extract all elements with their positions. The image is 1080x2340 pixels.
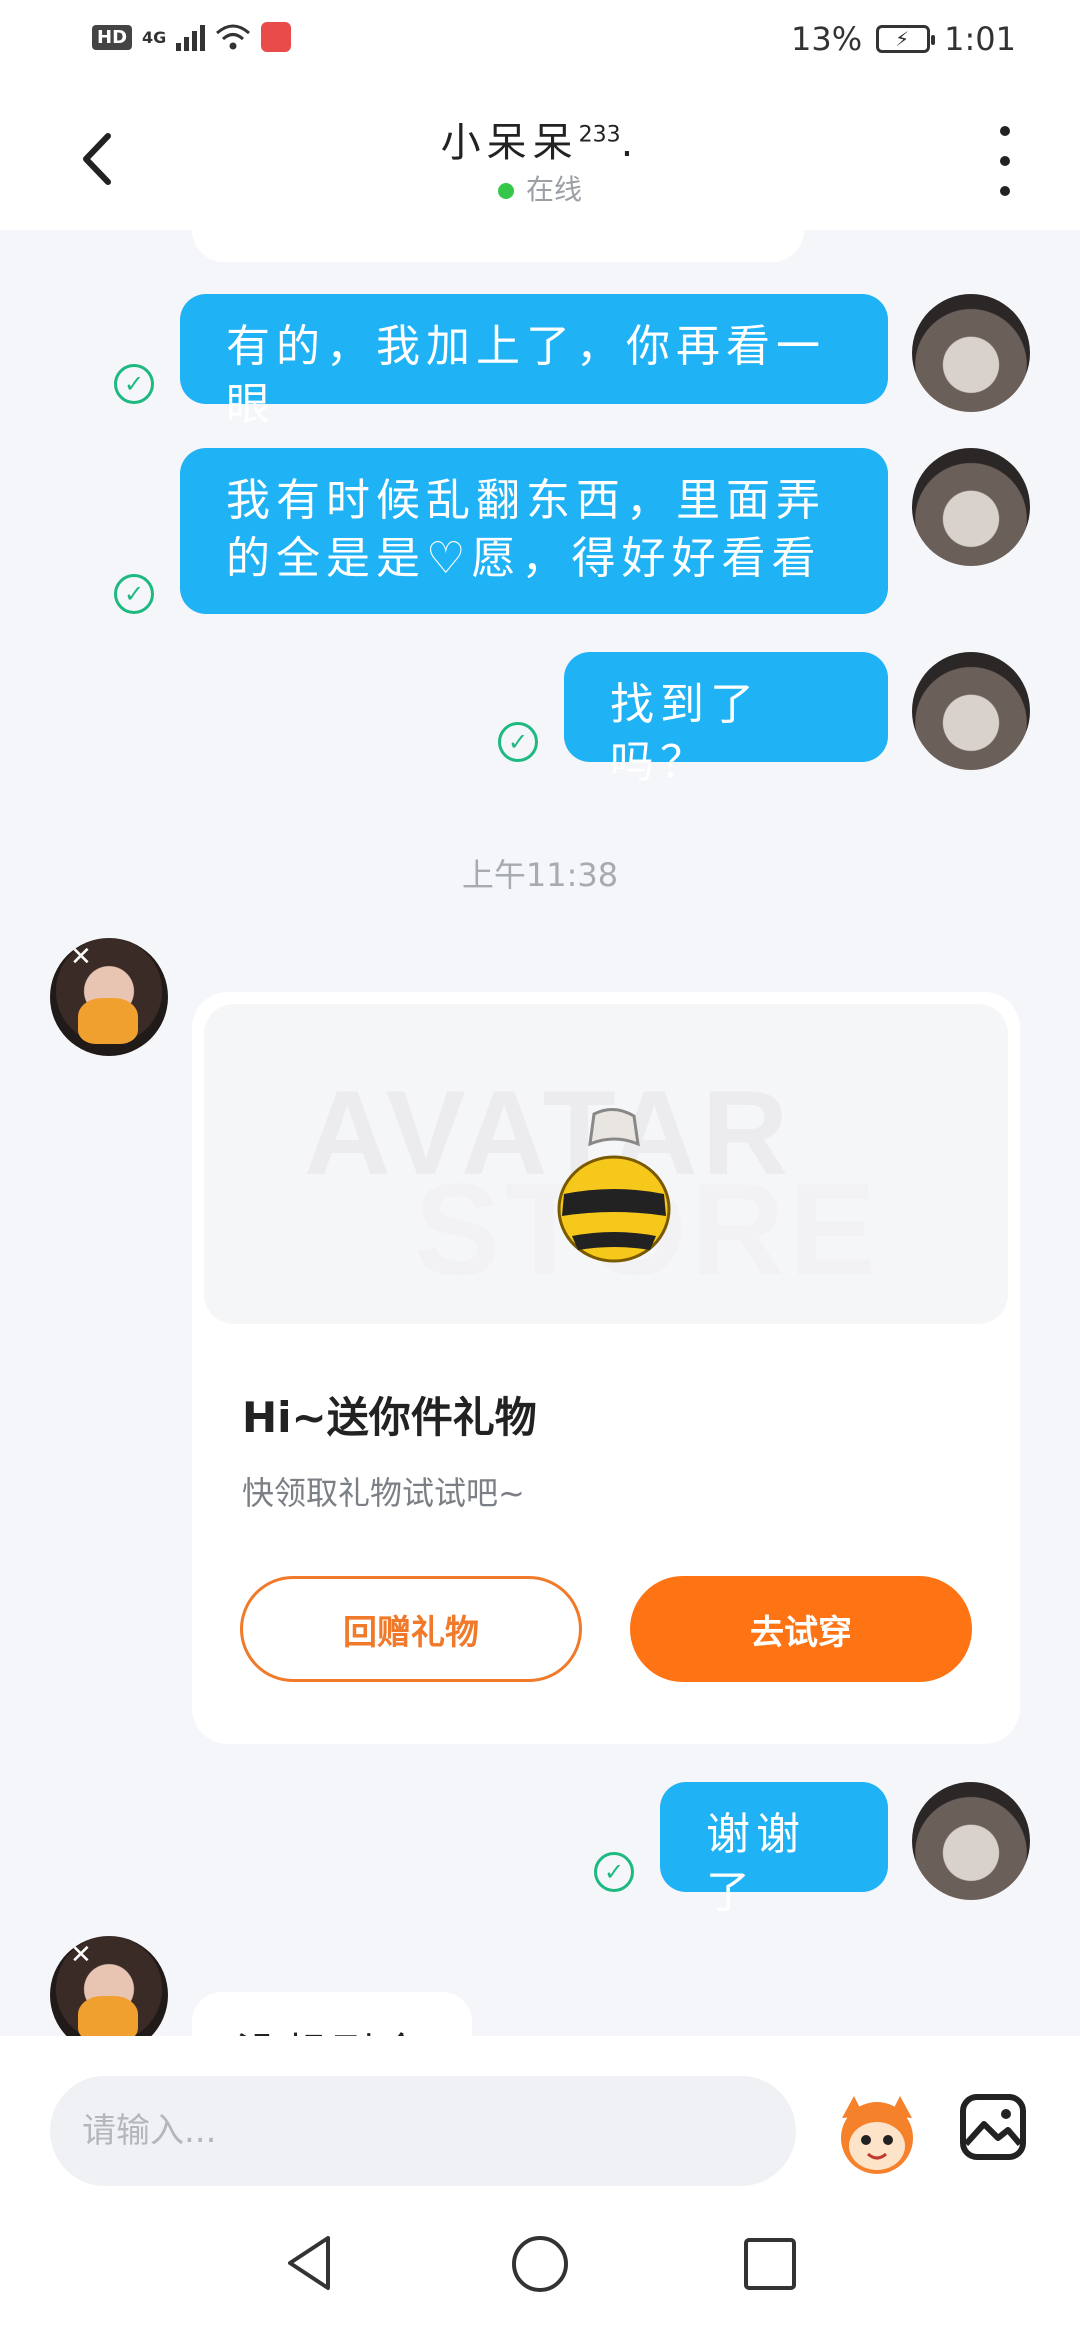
wifi-icon	[216, 24, 251, 50]
clock: 1:01	[944, 20, 1016, 58]
my-avatar[interactable]	[912, 448, 1030, 566]
message-text: 谢谢了	[706, 1809, 806, 1918]
my-avatar[interactable]	[912, 1782, 1030, 1900]
contact-name-suffix-number: 233	[578, 122, 621, 148]
message-timestamp: 上午11:38	[461, 856, 619, 894]
battery-percent: 13%	[791, 20, 863, 58]
image-picker-icon[interactable]	[958, 2092, 1028, 2162]
presence-status: 在线	[0, 168, 1080, 208]
sticker-mascot-icon[interactable]	[832, 2088, 922, 2178]
battery-charging-icon: ⚡	[876, 25, 936, 53]
read-check-icon: ✓	[114, 574, 154, 614]
bee-gift-icon	[557, 1108, 671, 1263]
message-bubble-outgoing[interactable]: 有的，我加上了，你再看一眼	[180, 294, 888, 430]
contact-name: 小呆呆233.	[440, 120, 640, 166]
chat-header: 小呆呆233. 在线	[0, 84, 1080, 230]
online-dot-icon	[497, 183, 514, 199]
nav-recents-square-icon[interactable]	[744, 2238, 796, 2290]
more-options-button[interactable]	[990, 126, 1020, 196]
gift-card[interactable]: AVATAR STORE Hi~送你件礼物 快领取礼物试试吧~ 回赠礼物 去试穿	[192, 992, 1020, 1744]
my-avatar[interactable]	[912, 294, 1030, 412]
return-gift-button[interactable]: 回赠礼物	[240, 1576, 582, 1682]
message-bubble-outgoing[interactable]: 谢谢了	[660, 1782, 888, 1918]
status-left: HD 4G	[92, 22, 292, 52]
status-right: 13% ⚡ 1:01	[791, 20, 1016, 58]
hd-indicator: HD	[92, 24, 133, 50]
try-on-button[interactable]: 去试穿	[630, 1576, 972, 1682]
nav-home-circle-icon[interactable]	[512, 2236, 568, 2292]
contact-avatar[interactable]: ✕	[50, 938, 168, 1056]
system-nav-bar	[0, 2206, 1080, 2340]
gift-preview-image: AVATAR STORE	[204, 1004, 1008, 1324]
message-text: 我有时候乱翻东西，里面弄的全是是♡愿，得好好看看	[226, 475, 826, 584]
previous-message-bubble	[192, 230, 804, 262]
message-bubble-outgoing[interactable]: 我有时候乱翻东西，里面弄的全是是♡愿，得好好看看	[180, 448, 888, 614]
message-bubble-outgoing[interactable]: 找到了吗？	[564, 652, 888, 788]
composer-bar	[0, 2036, 1080, 2206]
network-type: 4G	[142, 27, 167, 47]
gift-subtitle: 快领取礼物试试吧~	[242, 1474, 525, 1512]
my-avatar[interactable]	[912, 652, 1030, 770]
nav-back-triangle-icon[interactable]	[280, 2232, 340, 2294]
more-dots-icon	[1000, 126, 1010, 136]
message-input[interactable]	[50, 2076, 796, 2186]
signal-icon	[176, 23, 206, 51]
read-check-icon: ✓	[498, 722, 538, 762]
read-check-icon: ✓	[114, 364, 154, 404]
huawei-app-icon	[261, 22, 292, 52]
read-check-icon: ✓	[594, 1852, 634, 1892]
message-text: 找到了吗？	[610, 679, 760, 788]
status-bar: HD 4G 13% ⚡ 1:01	[0, 0, 1080, 84]
message-text: 有的，我加上了，你再看一眼	[226, 321, 826, 430]
gift-title: Hi~送你件礼物	[242, 1393, 537, 1442]
